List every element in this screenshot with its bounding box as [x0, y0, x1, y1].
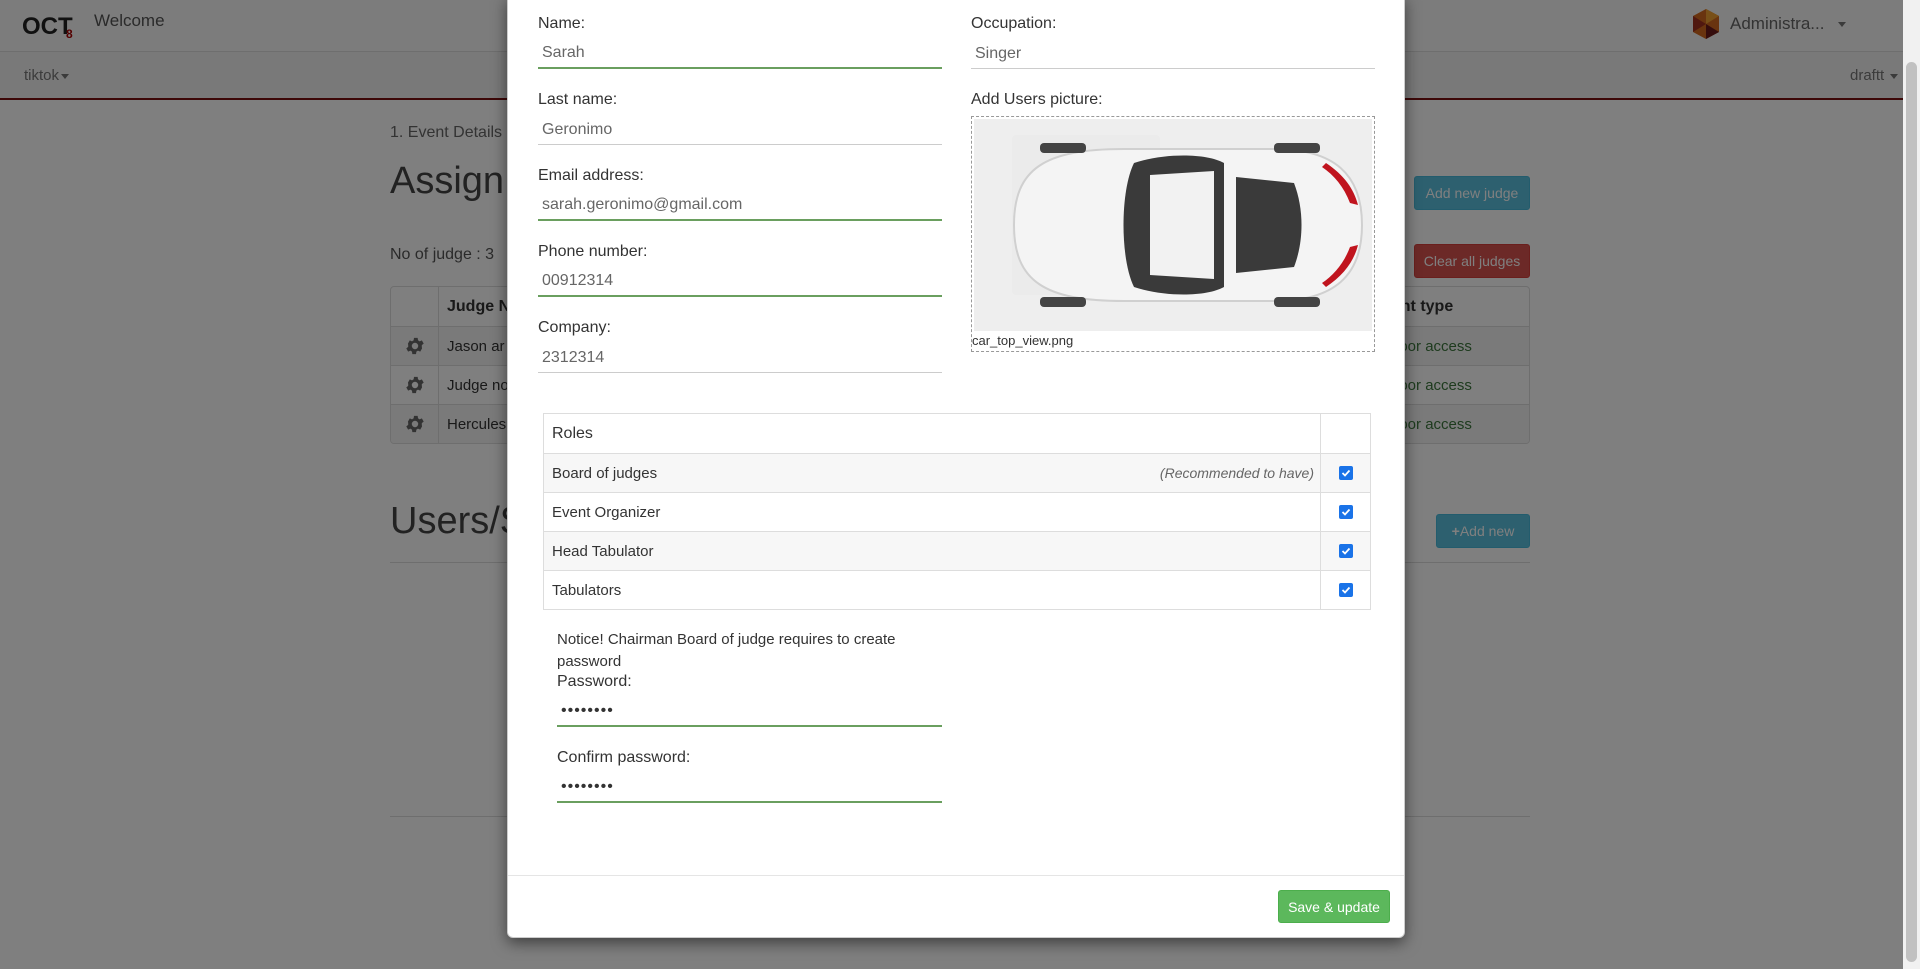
role-row-head-tabulator: Head Tabulator	[544, 531, 1370, 570]
occupation-label: Occupation:	[971, 15, 1057, 32]
role-cell: Head Tabulator	[544, 532, 1320, 570]
role-check-cell	[1320, 571, 1370, 609]
check-icon	[1341, 508, 1350, 516]
role-cell: Event Organizer	[544, 493, 1320, 531]
role-cell: Board of judges (Recommended to have)	[544, 454, 1320, 492]
recommended-note: (Recommended to have)	[1159, 465, 1314, 481]
role-check-cell	[1320, 454, 1370, 492]
save-update-button[interactable]: Save & update	[1278, 890, 1390, 923]
password-input[interactable]	[557, 697, 942, 727]
company-input[interactable]	[538, 343, 942, 373]
role-checkbox-head-tabulator[interactable]	[1338, 544, 1353, 558]
roles-header-row: Roles	[544, 414, 1370, 453]
scrollbar-thumb[interactable]	[1906, 62, 1917, 962]
role-label: Event Organizer	[552, 503, 661, 521]
role-checkbox-tabulators[interactable]	[1338, 583, 1353, 597]
edit-user-modal: Name: Last name: Email address: Phone nu…	[507, 0, 1405, 938]
last-name-input[interactable]	[538, 115, 942, 145]
picture-label: Add Users picture:	[971, 91, 1103, 108]
picture-dropzone[interactable]: car_top_view.png	[971, 116, 1375, 352]
role-label: Head Tabulator	[552, 542, 654, 560]
roles-header: Roles	[544, 414, 1320, 453]
role-label: Tabulators	[552, 581, 622, 599]
role-check-cell	[1320, 532, 1370, 570]
email-label: Email address:	[538, 167, 644, 184]
role-check-cell	[1320, 493, 1370, 531]
occupation-input[interactable]	[971, 39, 1375, 69]
check-icon	[1341, 469, 1350, 477]
email-input[interactable]	[538, 191, 942, 221]
confirm-password-input[interactable]	[557, 773, 942, 803]
phone-label: Phone number:	[538, 243, 648, 260]
modal-footer-divider	[508, 875, 1404, 876]
roles-header-check-cell	[1320, 414, 1370, 453]
company-label: Company:	[538, 319, 611, 336]
phone-input[interactable]	[538, 267, 942, 297]
roles-table: Roles Board of judges (Recommended to ha…	[543, 413, 1371, 610]
picture-filename: car_top_view.png	[972, 333, 1074, 348]
password-notice: Notice! Chairman Board of judge requires…	[557, 631, 896, 670]
role-label: Board of judges	[552, 464, 658, 482]
role-checkbox-board-of-judges[interactable]	[1338, 466, 1353, 480]
role-checkbox-event-organizer[interactable]	[1338, 505, 1353, 519]
roles-header-label: Roles	[552, 424, 593, 442]
role-row-board-of-judges: Board of judges (Recommended to have)	[544, 453, 1370, 492]
last-name-label: Last name:	[538, 91, 618, 108]
confirm-password-label: Confirm password:	[557, 749, 691, 766]
check-icon	[1341, 586, 1350, 594]
password-label: Password:	[557, 673, 632, 690]
name-label: Name:	[538, 15, 586, 32]
check-icon	[1341, 547, 1350, 555]
name-input[interactable]	[538, 39, 942, 69]
role-row-event-organizer: Event Organizer	[544, 492, 1370, 531]
car-image	[974, 119, 1372, 331]
role-row-tabulators: Tabulators	[544, 570, 1370, 609]
role-cell: Tabulators	[544, 571, 1320, 609]
